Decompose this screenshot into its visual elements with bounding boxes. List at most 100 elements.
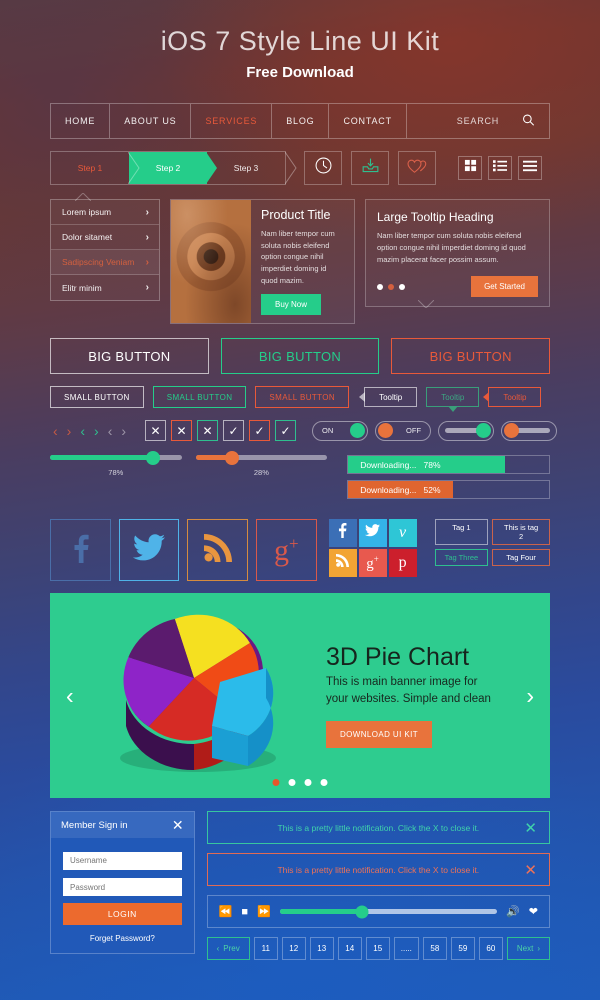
chevron-right-icon[interactable]: › bbox=[91, 423, 102, 439]
grid-view-button[interactable] bbox=[458, 156, 482, 180]
chevron-left-icon[interactable]: ‹ bbox=[50, 423, 61, 439]
nav-item-about[interactable]: ABOUT US bbox=[110, 104, 192, 138]
buy-now-button[interactable]: Buy Now bbox=[261, 294, 322, 316]
pager-next-button[interactable]: Next › bbox=[506, 937, 550, 961]
pager-page-59[interactable]: 59 bbox=[450, 937, 475, 961]
chevron-right-icon[interactable]: › bbox=[118, 423, 129, 439]
close-icon[interactable]: ✕ bbox=[524, 861, 537, 879]
toggle-off[interactable]: OFF bbox=[375, 420, 432, 441]
banner-dot[interactable] bbox=[288, 779, 296, 787]
carousel-dot[interactable] bbox=[377, 283, 383, 290]
fast-forward-icon[interactable]: ⏩ bbox=[257, 905, 271, 918]
chevron-left-icon[interactable]: ‹ bbox=[77, 423, 88, 439]
banner-next-button[interactable]: › bbox=[526, 682, 534, 709]
check-box-red[interactable]: ✓ bbox=[249, 420, 271, 442]
small-button-red[interactable]: SMALL BUTTON bbox=[255, 386, 350, 409]
pager-page-15[interactable]: 15 bbox=[365, 937, 390, 961]
menu-item-lorem-ipsum[interactable]: Lorem ipsum › bbox=[51, 200, 159, 225]
google-plus-square-button[interactable]: g+ bbox=[358, 549, 387, 578]
pinterest-square-button[interactable]: p bbox=[388, 549, 417, 578]
step-3[interactable]: Step 3 bbox=[207, 152, 297, 184]
small-button-white[interactable]: SMALL BUTTON bbox=[50, 386, 144, 409]
tag-four[interactable]: Tag Four bbox=[492, 549, 550, 567]
nav-item-services[interactable]: SERVICES bbox=[191, 104, 273, 138]
menu-item-elitr-minim[interactable]: Elitr minim › bbox=[51, 275, 159, 300]
favorites-button[interactable] bbox=[398, 151, 436, 185]
banner-dot[interactable] bbox=[304, 779, 312, 787]
player-progress-track[interactable] bbox=[279, 905, 498, 919]
big-button-white[interactable]: BIG BUTTON bbox=[50, 338, 209, 375]
facebook-outline-button[interactable] bbox=[50, 519, 111, 582]
rewind-icon[interactable]: ⏪ bbox=[219, 905, 233, 918]
search-icon[interactable] bbox=[522, 114, 535, 129]
player-progress-handle[interactable] bbox=[355, 905, 369, 919]
step-2[interactable]: Step 2 bbox=[129, 152, 217, 184]
close-icon[interactable]: ✕ bbox=[172, 817, 184, 834]
check-box-green[interactable]: ✓ bbox=[275, 420, 297, 442]
menu-item-dolor-sitamet[interactable]: Dolor sitamet › bbox=[51, 225, 159, 250]
banner-dot-active[interactable] bbox=[272, 779, 280, 787]
close-box-white[interactable]: ✕ bbox=[145, 420, 167, 442]
stop-icon[interactable]: ■ bbox=[241, 906, 248, 918]
download-button[interactable] bbox=[351, 151, 389, 185]
google-plus-outline-button[interactable]: g+ bbox=[255, 519, 317, 582]
slider-track[interactable] bbox=[195, 450, 328, 465]
search-field[interactable]: SEARCH bbox=[407, 104, 549, 138]
slider-toggle-green[interactable] bbox=[438, 420, 495, 441]
nav-item-blog[interactable]: BLOG bbox=[272, 104, 330, 138]
big-button-green[interactable]: BIG BUTTON bbox=[220, 338, 380, 375]
banner-dot[interactable] bbox=[320, 779, 328, 787]
toggle-knob[interactable] bbox=[504, 423, 520, 439]
tag-1[interactable]: Tag 1 bbox=[434, 519, 489, 546]
pager-prev-button[interactable]: ‹ Prev bbox=[206, 937, 250, 961]
list-view-button[interactable] bbox=[488, 156, 512, 180]
heart-icon[interactable]: ❤ bbox=[529, 905, 538, 918]
get-started-button[interactable]: Get Started bbox=[471, 276, 538, 297]
tag-three[interactable]: Tag Three bbox=[434, 549, 489, 567]
login-button[interactable]: LOGIN bbox=[63, 903, 182, 926]
toggle-on[interactable]: ON bbox=[312, 420, 369, 441]
carousel-dot-active[interactable] bbox=[388, 283, 394, 290]
check-box-white[interactable]: ✓ bbox=[223, 420, 245, 442]
slider-green[interactable]: 78% bbox=[50, 450, 182, 477]
pager-page-11[interactable]: 11 bbox=[253, 937, 278, 961]
big-button-red[interactable]: BIG BUTTON bbox=[391, 338, 551, 375]
slider-orange[interactable]: 28% bbox=[195, 450, 328, 477]
slider-handle[interactable] bbox=[145, 450, 160, 465]
pager-page-58[interactable]: 58 bbox=[422, 937, 447, 961]
tooltip-red[interactable]: Tooltip bbox=[488, 387, 542, 408]
username-input[interactable] bbox=[63, 851, 182, 870]
close-icon[interactable]: ✕ bbox=[524, 819, 537, 837]
slider-handle[interactable] bbox=[225, 450, 240, 465]
twitter-square-button[interactable] bbox=[358, 519, 387, 548]
rss-square-button[interactable] bbox=[328, 549, 357, 578]
nav-item-home[interactable]: HOME bbox=[51, 104, 111, 138]
chevron-right-icon[interactable]: › bbox=[64, 423, 75, 439]
toggle-knob[interactable] bbox=[476, 423, 492, 439]
tooltip-green[interactable]: Tooltip bbox=[426, 387, 480, 413]
menu-view-button[interactable] bbox=[518, 156, 542, 180]
close-box-red[interactable]: ✕ bbox=[171, 420, 193, 442]
tag-2[interactable]: This is tag 2 bbox=[492, 519, 550, 546]
nav-item-contact[interactable]: CONTACT bbox=[329, 104, 407, 138]
pager-page-60[interactable]: 60 bbox=[478, 937, 503, 961]
menu-item-sadipscing-veniam[interactable]: Sadipscing Veniam › bbox=[51, 250, 159, 275]
step-1[interactable]: Step 1 bbox=[51, 152, 140, 184]
carousel-dot[interactable] bbox=[399, 283, 405, 290]
rss-outline-button[interactable] bbox=[187, 519, 248, 582]
download-ui-kit-button[interactable]: DOWNLOAD UI KIT bbox=[326, 721, 433, 749]
clock-button[interactable] bbox=[304, 151, 342, 185]
volume-icon[interactable]: 🔊 bbox=[506, 905, 520, 918]
close-box-green[interactable]: ✕ bbox=[197, 420, 219, 442]
chevron-left-icon[interactable]: ‹ bbox=[105, 423, 116, 439]
pager-page-12[interactable]: 12 bbox=[281, 937, 306, 961]
vimeo-square-button[interactable]: v bbox=[388, 519, 417, 548]
pager-page-14[interactable]: 14 bbox=[337, 937, 362, 961]
twitter-outline-button[interactable] bbox=[118, 519, 180, 582]
small-button-green[interactable]: SMALL BUTTON bbox=[152, 386, 247, 409]
tooltip-white[interactable]: Tooltip bbox=[364, 387, 418, 408]
password-input[interactable] bbox=[63, 878, 182, 897]
slider-toggle-orange[interactable] bbox=[501, 420, 558, 441]
pager-page-13[interactable]: 13 bbox=[309, 937, 334, 961]
slider-track[interactable] bbox=[50, 450, 182, 465]
